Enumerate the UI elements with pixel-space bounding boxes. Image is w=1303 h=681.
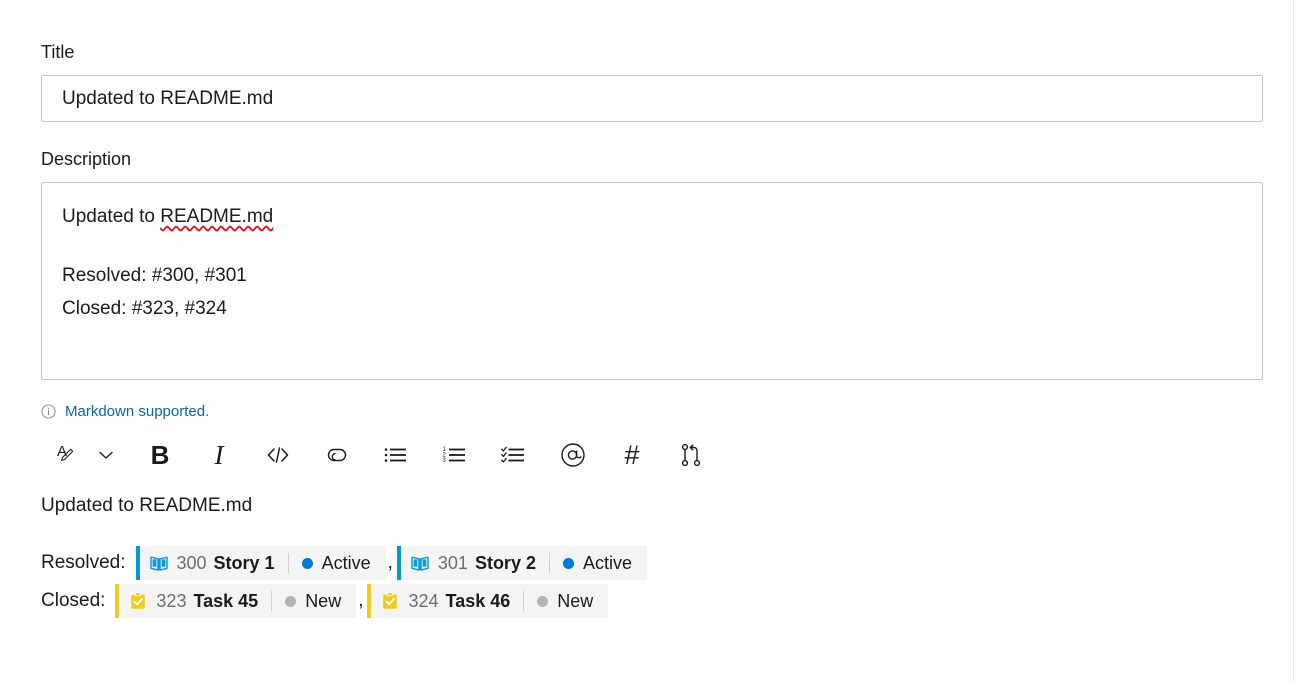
work-item-id: 300: [176, 552, 207, 573]
code-icon: [265, 444, 291, 466]
work-item-form-page: Title Description Updated to README.md R…: [0, 0, 1303, 681]
work-item-state: Active: [301, 552, 371, 574]
description-blank-line: [62, 233, 1242, 259]
work-item-state-label: New: [557, 590, 594, 611]
spellcheck-misspelled-word: README.md: [160, 206, 274, 227]
font-style-button[interactable]: A: [51, 438, 85, 472]
work-item-title: Story 1: [213, 552, 275, 573]
bold-button[interactable]: B: [143, 438, 177, 472]
work-item-state-label: Active: [582, 552, 632, 573]
preview-paragraph: Updated to README.md: [41, 495, 253, 516]
work-item-state-label: New: [305, 590, 342, 611]
work-item-state: New: [537, 591, 593, 612]
scrollbar-track-edge[interactable]: [1293, 0, 1294, 681]
italic-button[interactable]: I: [202, 438, 236, 472]
markdown-supported-link[interactable]: Markdown supported.: [65, 403, 209, 420]
work-item-state: Active: [562, 552, 632, 574]
numbered-list-button[interactable]: 1 2 3: [438, 438, 472, 472]
chevron-down-icon: [96, 445, 116, 465]
state-dot-icon: [562, 557, 574, 569]
work-item-state-label: Active: [321, 552, 371, 573]
work-item-id: 323: [156, 590, 187, 611]
markdown-preview: Updated to README.md Resolved: 300 Story…: [41, 493, 1263, 620]
work-item-separator: [287, 553, 289, 573]
font-pen-icon: A: [54, 441, 82, 469]
title-field-label: Title: [41, 42, 75, 62]
markdown-supported-note[interactable]: Markdown supported.: [41, 401, 1263, 421]
description-field-label: Description: [41, 149, 132, 169]
book-icon: [149, 553, 169, 573]
hashtag-icon: #: [624, 439, 640, 470]
edit-form: Title Description Updated to README.md R…: [41, 40, 1263, 620]
state-dot-icon: [301, 557, 313, 569]
work-item-title: Task 45: [193, 590, 259, 611]
work-item-id: 324: [408, 590, 439, 611]
description-line-1-prefix: Updated to: [62, 206, 161, 227]
mention-icon: [559, 441, 587, 469]
work-item-card-324[interactable]: 324 Task 46 New: [367, 584, 609, 618]
description-line-2: Resolved: #300, #301: [62, 265, 247, 286]
preview-row-separator: ,: [387, 552, 393, 573]
field-spacer: [41, 122, 1263, 147]
work-item-id: 301: [437, 552, 468, 573]
work-item-card-301[interactable]: 301 Story 2 Active: [396, 546, 647, 580]
clipboard-check-icon: [128, 591, 148, 611]
formatting-toolbar: A B I 1 2 3 #: [51, 432, 1263, 478]
description-textarea[interactable]: Updated to README.md Resolved: #300, #30…: [41, 182, 1263, 380]
preview-row-closed: Closed: 323 Task 45 New , 324 Task 46 Ne…: [41, 582, 1263, 620]
state-dot-icon: [537, 595, 549, 607]
work-item-separator: [271, 591, 273, 611]
mention-button[interactable]: [556, 438, 590, 472]
work-item-card-300[interactable]: 300 Story 1 Active: [135, 546, 386, 580]
code-button[interactable]: [261, 438, 295, 472]
bold-icon: B: [150, 440, 170, 470]
book-icon: [410, 553, 430, 573]
work-item-separator: [523, 591, 525, 611]
work-item-separator: [548, 553, 550, 573]
title-input[interactable]: [41, 75, 1263, 122]
preview-row-label: Closed:: [41, 590, 106, 611]
work-item-card-323[interactable]: 323 Task 45 New: [115, 584, 357, 618]
work-item-title: Task 46: [445, 590, 511, 611]
clipboard-check-icon: [380, 591, 400, 611]
numbered-list-icon: 1 2 3: [442, 444, 468, 466]
preview-row-label: Resolved:: [41, 552, 126, 573]
font-style-dropdown[interactable]: [89, 438, 123, 472]
checklist-icon: [501, 444, 527, 466]
link-icon: [323, 443, 351, 467]
state-dot-icon: [285, 595, 297, 607]
preview-work-item-rows: Resolved: 300 Story 1 Active , 301 Story…: [41, 544, 1263, 620]
work-item-state: New: [285, 591, 341, 612]
info-circle-icon: [41, 403, 56, 419]
work-item-title: Story 2: [474, 552, 536, 573]
bullet-list-icon: [383, 444, 409, 466]
description-line-3: Closed: #323, #324: [62, 298, 227, 319]
pull-request-button[interactable]: [674, 438, 708, 472]
svg-text:3: 3: [443, 458, 447, 464]
hashtag-button[interactable]: #: [615, 438, 649, 472]
link-button[interactable]: [320, 438, 354, 472]
preview-row-resolved: Resolved: 300 Story 1 Active , 301 Story…: [41, 544, 1263, 582]
description-line-1: Updated to README.md: [62, 200, 1242, 233]
checklist-button[interactable]: [497, 438, 531, 472]
italic-icon: I: [214, 439, 224, 470]
preview-row-separator: ,: [358, 590, 364, 611]
pull-request-icon: [678, 442, 704, 468]
bullet-list-button[interactable]: [379, 438, 413, 472]
